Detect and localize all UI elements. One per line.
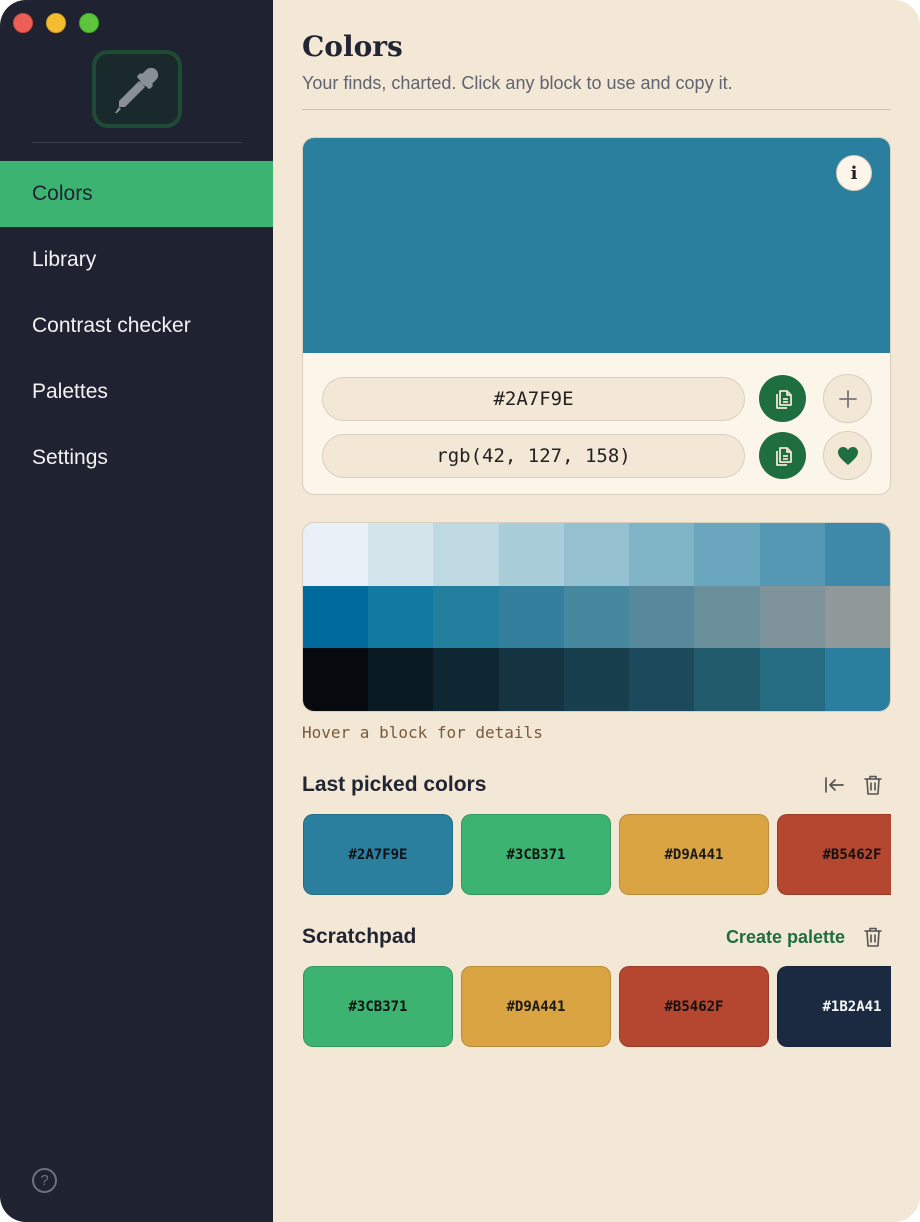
shade-block[interactable]	[303, 585, 369, 649]
last-picked-swatches: #2A7F9E #3CB371 #D9A441 #B5462F	[302, 814, 891, 896]
page-subtitle: Your finds, charted. Click any block to …	[302, 73, 733, 93]
minimize-window-button[interactable]	[46, 13, 66, 33]
copy-rgb-button[interactable]	[759, 432, 806, 479]
shade-block[interactable]	[368, 523, 434, 586]
help-icon[interactable]: ?	[32, 1168, 57, 1193]
shade-block[interactable]	[759, 523, 825, 586]
header-divider	[302, 109, 891, 110]
shade-block[interactable]	[433, 523, 499, 586]
shade-block[interactable]	[433, 585, 499, 649]
window-controls	[13, 13, 99, 33]
scratchpad-swatches: #3CB371 #D9A441 #B5462F #1B2A41	[302, 966, 891, 1048]
sidebar-divider	[32, 142, 242, 143]
copy-hex-button[interactable]	[759, 375, 806, 422]
color-swatch[interactable]: #3CB371	[303, 966, 453, 1047]
hex-value-field[interactable]: #2A7F9E	[322, 376, 745, 421]
trash-icon[interactable]	[863, 926, 883, 948]
trash-icon[interactable]	[863, 774, 883, 796]
plus-icon	[838, 389, 857, 408]
last-picked-header: Last picked colors	[302, 770, 891, 800]
collapse-left-icon[interactable]	[823, 775, 845, 795]
shade-block[interactable]	[694, 523, 760, 586]
color-swatch[interactable]: #D9A441	[619, 814, 769, 895]
scratchpad-header: Scratchpad Create palette	[302, 922, 891, 952]
shade-block[interactable]	[498, 648, 564, 711]
copy-icon	[775, 389, 792, 409]
copy-icon	[775, 446, 792, 466]
rgb-value-field[interactable]: rgb(42, 127, 158)	[322, 433, 745, 478]
shade-block[interactable]	[563, 523, 630, 586]
shade-block[interactable]	[629, 523, 695, 586]
sidebar-item-palettes[interactable]: Palettes	[0, 359, 273, 425]
color-swatch[interactable]: #1B2A41	[777, 966, 891, 1047]
color-swatch[interactable]: #B5462F	[777, 814, 891, 895]
shade-block[interactable]	[694, 648, 760, 711]
app-logo	[92, 50, 182, 128]
sidebar-item-settings[interactable]: Settings	[0, 425, 273, 491]
shade-block[interactable]	[824, 648, 890, 711]
color-swatch[interactable]: #3CB371	[461, 814, 611, 895]
heart-icon	[837, 446, 858, 465]
eyedropper-icon	[115, 67, 159, 113]
last-picked-title: Last picked colors	[302, 773, 487, 796]
shade-block[interactable]	[629, 585, 695, 649]
shade-block[interactable]	[303, 523, 369, 586]
current-color-card: i #2A7F9E rgb(42, 127, 158)	[302, 137, 891, 495]
scratchpad-actions: Create palette	[726, 926, 891, 948]
maximize-window-button[interactable]	[79, 13, 99, 33]
shade-block[interactable]	[498, 523, 564, 586]
shade-block[interactable]	[563, 585, 630, 649]
color-swatch[interactable]: #B5462F	[619, 966, 769, 1047]
page-title: Colors	[302, 30, 403, 63]
color-swatch[interactable]: #D9A441	[461, 966, 611, 1047]
shade-block[interactable]	[629, 648, 695, 711]
shade-block[interactable]	[368, 585, 434, 649]
shade-block[interactable]	[694, 585, 760, 649]
shade-block[interactable]	[759, 648, 825, 711]
shade-block[interactable]	[563, 648, 630, 711]
shade-block[interactable]	[498, 585, 564, 649]
color-swatch[interactable]: #2A7F9E	[303, 814, 453, 895]
shade-block[interactable]	[433, 648, 499, 711]
sidebar-item-contrast-checker[interactable]: Contrast checker	[0, 293, 273, 359]
last-picked-actions	[823, 774, 891, 796]
shade-block[interactable]	[824, 523, 890, 586]
close-window-button[interactable]	[13, 13, 33, 33]
shade-block[interactable]	[303, 648, 369, 711]
color-preview	[303, 138, 890, 353]
favorite-button[interactable]	[823, 431, 872, 480]
shade-block[interactable]	[368, 648, 434, 711]
hex-row: #2A7F9E	[322, 374, 872, 423]
shade-grid	[302, 522, 891, 712]
sidebar-item-library[interactable]: Library	[0, 227, 273, 293]
info-icon[interactable]: i	[836, 155, 872, 191]
shade-hint: Hover a block for details	[302, 723, 543, 742]
scratchpad-title: Scratchpad	[302, 925, 417, 948]
sidebar-nav: Colors Library Contrast checker Palettes…	[0, 161, 273, 491]
sidebar: Colors Library Contrast checker Palettes…	[0, 0, 273, 1222]
shade-block[interactable]	[759, 585, 825, 649]
app-window: Colors Library Contrast checker Palettes…	[0, 0, 920, 1222]
shade-block[interactable]	[824, 585, 890, 649]
add-color-button[interactable]	[823, 374, 872, 423]
create-palette-button[interactable]: Create palette	[726, 927, 845, 948]
sidebar-item-colors[interactable]: Colors	[0, 161, 273, 227]
rgb-row: rgb(42, 127, 158)	[322, 431, 872, 480]
